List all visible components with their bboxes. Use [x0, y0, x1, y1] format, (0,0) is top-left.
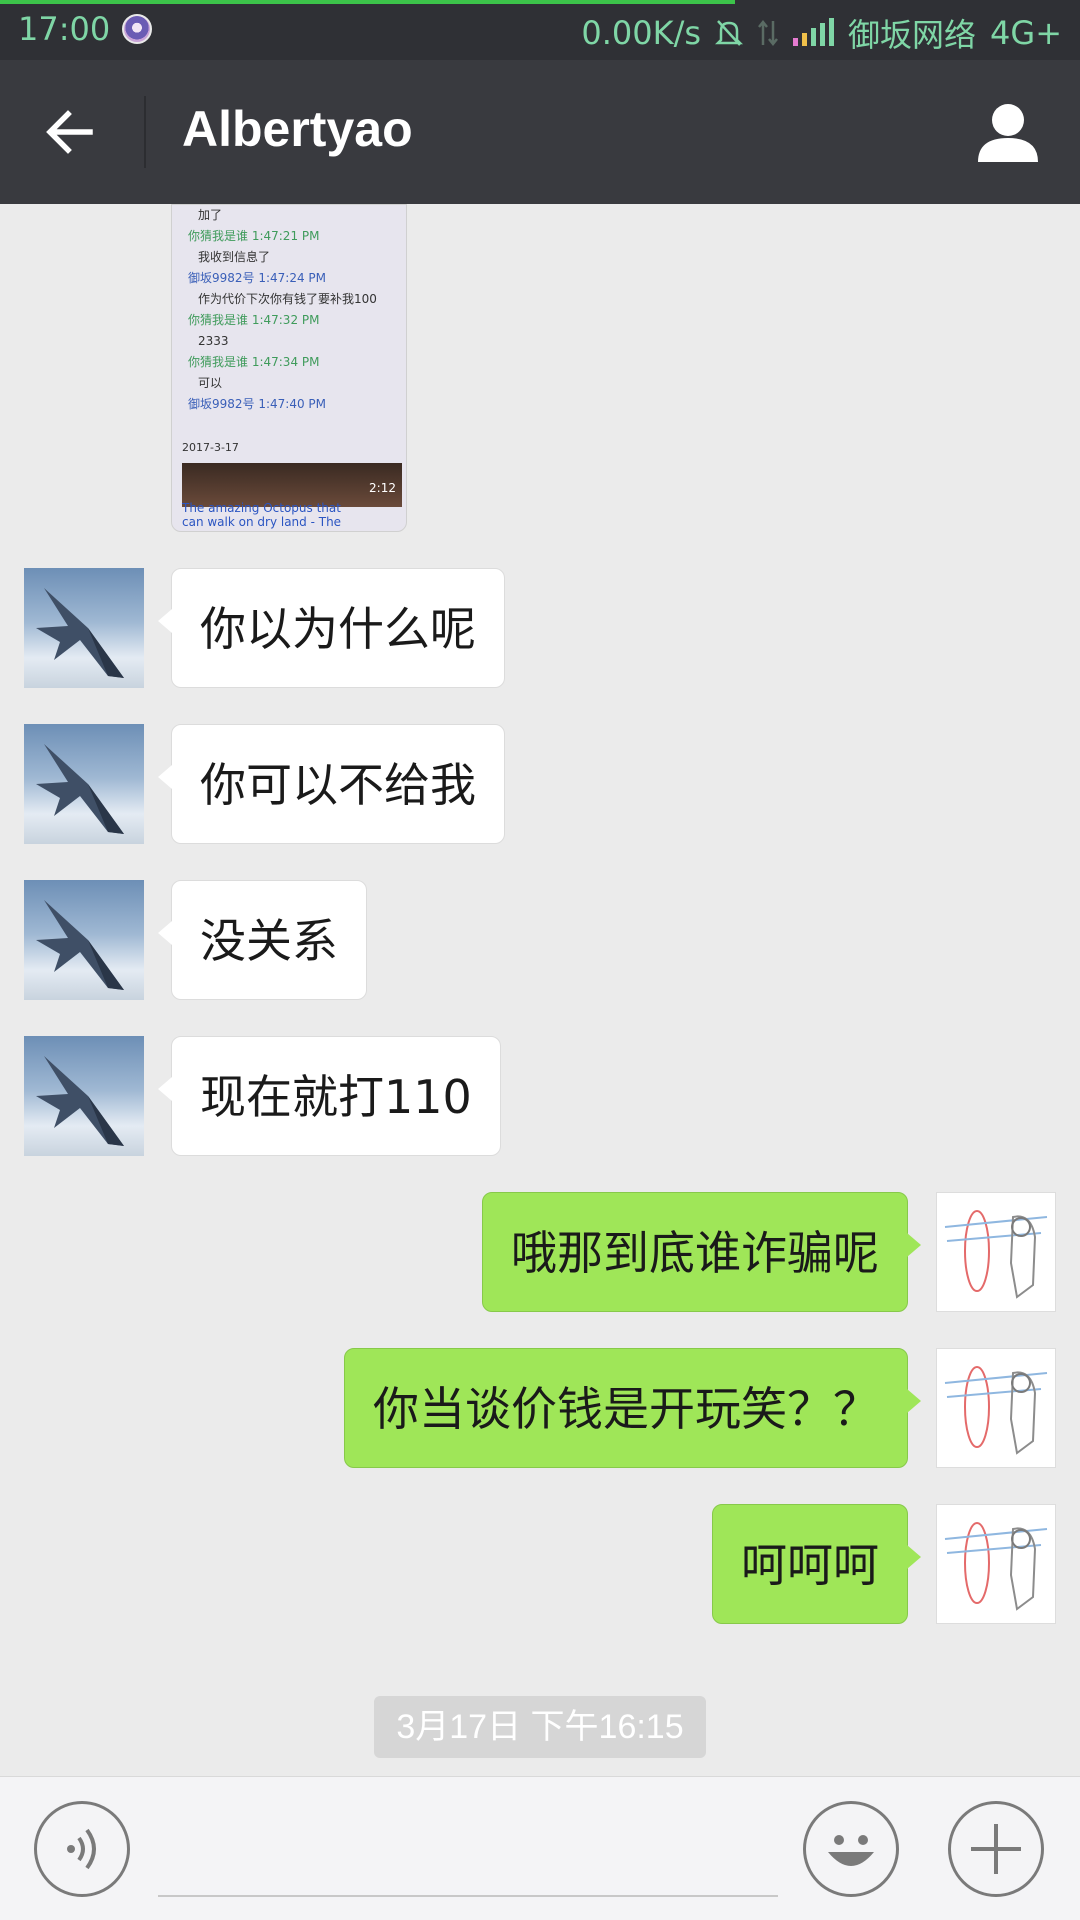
video-duration: 2:12: [369, 481, 396, 495]
app-notification-icon: [122, 14, 152, 44]
image-line: 我收到信息了: [198, 250, 271, 264]
image-line: 2333: [198, 334, 229, 348]
contact-avatar[interactable]: [24, 880, 144, 1000]
network-type: 4G+: [990, 14, 1062, 52]
sent-message-bubble[interactable]: 呵呵呵: [712, 1504, 921, 1624]
image-line: 御坂9982号 1:47:24 PM: [188, 271, 327, 285]
contact-avatar[interactable]: [24, 1036, 144, 1156]
contact-avatar[interactable]: [24, 724, 144, 844]
received-message-bubble[interactable]: 你可以不给我: [158, 724, 505, 844]
data-transfer-icon: [758, 19, 778, 47]
network-speed: 0.00K/s: [581, 14, 702, 52]
bell-muted-icon: [715, 20, 744, 46]
image-line: 你猜我是谁 1:47:21 PM: [188, 229, 320, 243]
my-avatar[interactable]: [936, 1348, 1056, 1468]
status-indicators: 0.00K/s 御坂网络 4G+: [581, 10, 1062, 56]
image-message[interactable]: 加了 你猜我是谁 1:47:21 PM 我收到信息了 御坂9982号 1:47:…: [171, 204, 407, 532]
video-caption: The amazing Octopus that can walk on dry…: [182, 501, 342, 529]
voice-icon: [67, 1828, 96, 1870]
sketch-avatar-icon: [944, 1522, 1048, 1611]
profile-button[interactable]: [972, 96, 1044, 168]
image-line: 作为代价下次你有钱了要补我100: [198, 292, 377, 306]
voice-input-button[interactable]: [34, 1801, 130, 1897]
image-line: 御坂9982号 1:47:40 PM: [188, 397, 327, 411]
chat-title: Albertyao: [182, 101, 413, 157]
my-avatar[interactable]: [936, 1504, 1056, 1624]
image-line: 可以: [198, 376, 223, 390]
jet-avatar-icon: [36, 744, 124, 834]
sent-message-bubble[interactable]: 你当谈价钱是开玩笑？？: [344, 1348, 921, 1468]
header-divider: [144, 96, 146, 168]
chat-header: Albertyao: [0, 60, 1080, 204]
person-icon: [978, 104, 1038, 162]
image-line: 加了: [198, 208, 223, 222]
sent-message-bubble[interactable]: 哦那到底谁诈骗呢: [482, 1192, 921, 1312]
my-avatar[interactable]: [936, 1192, 1056, 1312]
input-bar: [0, 1776, 1080, 1920]
image-line: 你猜我是谁 1:47:34 PM: [188, 355, 320, 369]
received-message-bubble[interactable]: 没关系: [158, 880, 367, 1000]
status-bar: 17:00 0.00K/s 御坂网络 4G+: [0, 0, 1080, 60]
status-time: 17:00: [18, 10, 111, 48]
back-button[interactable]: [40, 100, 104, 164]
image-chat-log: 加了 你猜我是谁 1:47:21 PM 我收到信息了 御坂9982号 1:47:…: [188, 205, 377, 415]
message-timestamp: 3月17日 下午16:15: [374, 1696, 706, 1758]
message-input-field[interactable]: [158, 1895, 778, 1897]
back-arrow-icon: [46, 110, 93, 154]
loading-progress: [0, 0, 735, 4]
emoji-icon: [828, 1835, 874, 1866]
contact-avatar[interactable]: [24, 568, 144, 688]
plus-icon: [971, 1824, 1021, 1874]
sketch-avatar-icon: [944, 1210, 1048, 1299]
received-message-bubble[interactable]: 现在就打110: [158, 1036, 501, 1156]
carrier-name: 御坂网络: [848, 16, 977, 54]
received-message-bubble[interactable]: 你以为什么呢: [158, 568, 505, 688]
jet-avatar-icon: [36, 588, 124, 678]
emoji-button[interactable]: [803, 1801, 899, 1897]
image-date: 2017-3-17: [182, 441, 239, 454]
jet-avatar-icon: [36, 1056, 124, 1146]
image-line: 你猜我是谁 1:47:32 PM: [188, 313, 320, 327]
signal-strength-icon: [793, 18, 835, 46]
more-options-button[interactable]: [948, 1801, 1044, 1897]
sketch-avatar-icon: [944, 1366, 1048, 1455]
jet-avatar-icon: [36, 900, 124, 990]
